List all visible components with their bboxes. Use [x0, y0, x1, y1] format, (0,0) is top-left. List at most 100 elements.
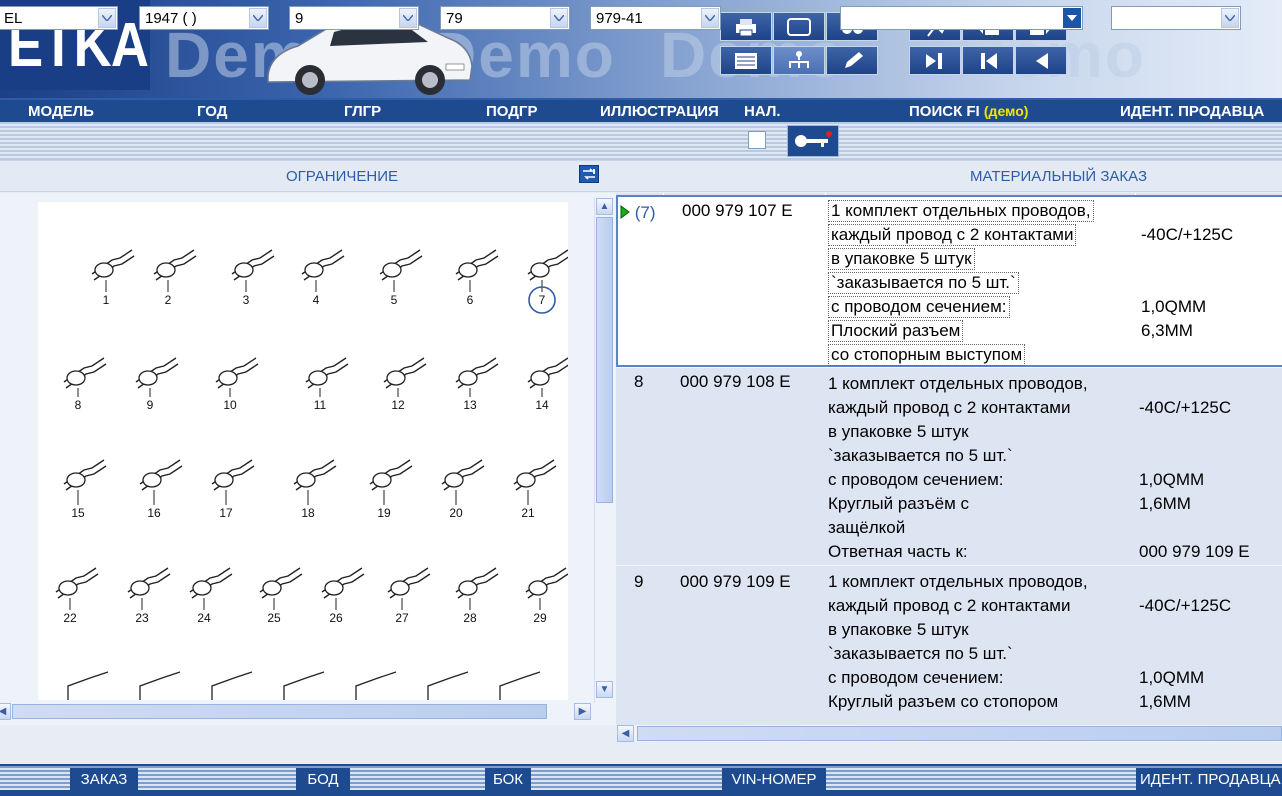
triangle-left-icon — [1036, 52, 1048, 69]
terminal-part[interactable]: 25 — [259, 567, 303, 625]
part-position: (7) — [620, 203, 656, 223]
scroll-thumb[interactable] — [596, 217, 613, 503]
terminal-part[interactable]: 19 — [369, 459, 413, 520]
terminal-part[interactable]: 21 — [513, 459, 557, 520]
vin-button[interactable]: VIN-НОМЕР — [722, 768, 826, 790]
illustration-vscrollbar[interactable]: ▲ ▼ — [594, 197, 614, 703]
illustration-label: 12 — [391, 398, 405, 412]
scroll-down-icon[interactable]: ▼ — [596, 681, 613, 698]
status-area — [0, 742, 1282, 764]
illustration-label: 5 — [391, 293, 398, 307]
illustration-label: 9 — [147, 398, 154, 412]
illustration-label: 4 — [313, 293, 320, 307]
availability-checkbox[interactable] — [748, 131, 766, 149]
terminal-part[interactable]: 5 — [379, 249, 423, 307]
terminal-part[interactable]: 28 — [455, 567, 499, 625]
scroll-right-icon[interactable]: ▶ — [574, 703, 591, 720]
illustration-drawing: 1 2 3 4 5 6 78 9 10 11 12 13 1415 16 17 18 19 20 2122 23 24 2… — [55, 249, 568, 700]
label-sub-group: ПОДГР — [486, 103, 538, 120]
terminal-part[interactable]: 8 — [63, 357, 107, 412]
dealer-id-button[interactable]: ИДЕНТ. ПРОДАВЦА — [1136, 768, 1282, 790]
part-row-selected[interactable]: (7) 000 979 107 E 1 комплект отдельных п… — [616, 195, 1282, 367]
terminal-part[interactable]: 17 — [211, 459, 255, 520]
label-illustration: ИЛЛЮСТРАЦИЯ — [600, 103, 719, 120]
terminal-part[interactable]: 1 — [91, 249, 135, 307]
material-order-header[interactable]: МАТЕРИАЛЬНЫЙ ЗАКАЗ — [970, 168, 1147, 185]
search-fi-select[interactable] — [840, 6, 1083, 30]
terminal-part[interactable]: 15 — [63, 459, 107, 520]
order-button[interactable]: ЗАКАЗ — [70, 768, 138, 790]
part-row[interactable]: 9 000 979 109 E 1 комплект отдельных про… — [616, 565, 1282, 725]
restriction-header[interactable]: ОГРАНИЧЕНИЕ — [286, 168, 398, 185]
parts-list-pane: (7) 000 979 107 E 1 комплект отдельных п… — [616, 193, 1282, 725]
scroll-left-icon[interactable]: ◀ — [0, 703, 11, 720]
part-number: 000 979 108 E — [680, 372, 791, 391]
part-row[interactable]: 8 000 979 108 E 1 комплект отдельных про… — [616, 367, 1282, 565]
illustration-label: 1 — [103, 293, 110, 307]
terminal-part[interactable]: 3 — [231, 249, 275, 307]
swap-arrows-icon — [583, 168, 595, 180]
year-select[interactable]: 1947 ( ) — [139, 6, 269, 30]
printer-icon — [736, 18, 756, 36]
terminal-part[interactable]: 29 — [525, 567, 568, 625]
illustration-label: 27 — [395, 611, 409, 625]
terminal-part[interactable]: 14 — [527, 357, 568, 412]
terminal-part[interactable]: 27 — [387, 567, 431, 625]
illustration-hscrollbar[interactable]: ◀ ▶ — [0, 703, 594, 720]
terminal-part[interactable]: 20 — [441, 459, 485, 520]
terminal-part[interactable]: 18 — [293, 459, 337, 520]
illustration-label: 23 — [135, 611, 149, 625]
scroll-thumb[interactable] — [637, 726, 1282, 741]
terminal-part[interactable]: 26 — [321, 567, 365, 625]
terminal-part[interactable]: 10 — [215, 357, 259, 412]
key-button[interactable] — [787, 125, 839, 157]
key-icon — [795, 131, 832, 147]
filter-label-row: МОДЕЛЬ ГОД ГЛГР ПОДГР ИЛЛЮСТРАЦИЯ НАЛ. П… — [0, 98, 1282, 122]
window-button[interactable] — [773, 12, 825, 41]
illustration-label: 2 — [165, 293, 172, 307]
exit-button[interactable] — [909, 46, 961, 75]
footer-bar: ЗАКАЗ БОД БОК VIN-НОМЕР ИДЕНТ. ПРОДАВЦА — [0, 764, 1282, 796]
list-icon — [735, 52, 757, 69]
terminal-part-partial — [427, 671, 469, 700]
scroll-thumb[interactable] — [12, 704, 547, 719]
terminal-part[interactable]: 16 — [139, 459, 183, 520]
terminal-part[interactable]: 6 — [455, 249, 499, 307]
terminal-part[interactable]: 13 — [455, 357, 499, 412]
illustration-select[interactable]: 979-41 — [590, 6, 721, 30]
terminal-part[interactable]: 9 — [135, 357, 179, 412]
scroll-up-icon[interactable]: ▲ — [596, 198, 613, 215]
illustration-label: 6 — [467, 293, 474, 307]
illustration-label: 13 — [463, 398, 477, 412]
dealer-id-select[interactable] — [1111, 6, 1241, 30]
list-button[interactable] — [720, 46, 772, 75]
parts-illustration[interactable]: 1 2 3 4 5 6 7 8 9 10 11 12 13 14 15 16 17 18 19 20 21 22 23 24 2… — [38, 202, 568, 700]
pencil-icon — [845, 51, 863, 68]
first-button[interactable] — [962, 46, 1014, 75]
model-select[interactable]: EL — [0, 6, 118, 30]
main-group-select[interactable]: 9 — [289, 6, 419, 30]
hierarchy-button[interactable] — [773, 46, 825, 75]
parts-hscrollbar[interactable]: ◀ — [617, 725, 1282, 742]
terminal-part[interactable]: 22 — [55, 567, 99, 625]
terminal-part[interactable]: 11 — [305, 357, 349, 412]
terminal-part[interactable]: 24 — [189, 567, 233, 625]
label-dealer-id: ИДЕНТ. ПРОДАВЦА — [1120, 103, 1265, 120]
sub-group-select[interactable]: 79 — [440, 6, 570, 30]
terminal-part[interactable]: 7 — [527, 249, 568, 314]
bod-button[interactable]: БОД — [296, 768, 350, 790]
terminal-part[interactable]: 23 — [127, 567, 171, 625]
bok-button[interactable]: БОК — [485, 768, 531, 790]
terminal-part[interactable]: 4 — [301, 249, 345, 307]
back-button[interactable] — [1015, 46, 1067, 75]
edit-button[interactable] — [826, 46, 878, 75]
terminal-part-partial — [211, 671, 253, 700]
scroll-left-icon[interactable]: ◀ — [617, 725, 634, 742]
illustration-label: 29 — [533, 611, 547, 625]
terminal-part[interactable]: 2 — [153, 249, 197, 307]
illustration-label: 8 — [75, 398, 82, 412]
terminal-part[interactable]: 12 — [383, 357, 427, 412]
print-button[interactable] — [720, 12, 772, 41]
illustration-label: 3 — [243, 293, 250, 307]
swap-panes-button[interactable] — [579, 165, 599, 183]
